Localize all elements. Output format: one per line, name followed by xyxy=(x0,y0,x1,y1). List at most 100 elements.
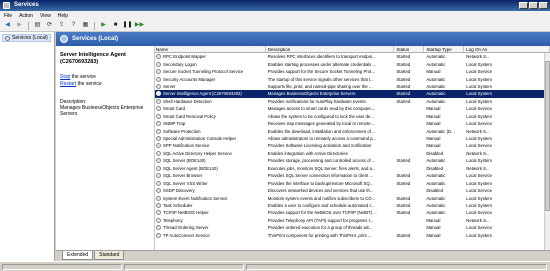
service-name-cell: Server Intelligence Agent (C2670693283) xyxy=(155,90,266,97)
table-row[interactable]: SPP Notification Service Provides Softwar… xyxy=(155,142,550,149)
console-tree-icon[interactable]: ▤ xyxy=(33,21,42,30)
stop-service-text: the service xyxy=(70,74,96,80)
table-row[interactable]: SQL Server Agent (BOE140) Executes jobs, … xyxy=(155,165,550,172)
service-startup-cell: Automatic xyxy=(426,76,446,82)
gear-icon xyxy=(156,106,161,112)
stop-service-link[interactable]: Stop xyxy=(60,74,70,80)
service-name-cell: SPP Notification Service xyxy=(155,142,266,149)
table-row[interactable]: Security Accounts Manager The startup of … xyxy=(155,75,550,82)
table-row[interactable]: Special Administration Console Helper All… xyxy=(155,135,550,142)
service-startup-cell: Automatic xyxy=(426,98,446,104)
service-name-cell: SNMP Trap xyxy=(155,120,266,127)
back-arrow-icon[interactable]: ◀ xyxy=(3,21,12,30)
service-name-text: SQL Server (BOE140) xyxy=(163,158,206,164)
table-row[interactable]: SSDP Discovery Discovers networked device… xyxy=(155,187,550,194)
column-header-status[interactable]: Status xyxy=(394,46,425,52)
table-row[interactable]: TP AutoConnect Service ThinPrint componen… xyxy=(155,232,550,239)
service-description-cell: Allows the system to be configured to lo… xyxy=(267,113,375,119)
service-name-cell: Task Scheduler xyxy=(155,202,266,209)
table-row[interactable]: Shell Hardware Detection Provides notific… xyxy=(155,98,550,105)
table-row[interactable]: Secure Socket Tunneling Protocol Service… xyxy=(155,68,550,75)
service-startup-cell: Automatic xyxy=(426,91,446,97)
status-cell xyxy=(2,264,122,270)
scrollbar-thumb[interactable] xyxy=(545,61,550,211)
menu-view[interactable]: View xyxy=(40,13,51,19)
table-row[interactable]: SQL Active Directory Helper Service Enabl… xyxy=(155,150,550,157)
table-row[interactable]: Server Supports file, print, and named-pi… xyxy=(155,83,550,90)
service-details-pane: Server Intelligence Agent (C2670693283) … xyxy=(56,46,154,250)
tab-standard[interactable]: Standard xyxy=(94,251,125,260)
restart-service-link[interactable]: Restart xyxy=(60,81,76,87)
column-header-log-on-as[interactable]: Log On As xyxy=(464,46,550,52)
service-name-cell: Server xyxy=(155,83,266,90)
service-name-text: System Event Notification Service xyxy=(163,195,228,201)
menu-action[interactable]: Action xyxy=(19,13,33,19)
start-service-icon[interactable]: ▶ xyxy=(99,21,108,30)
table-row[interactable]: SQL Server Browser Provides SQL Server co… xyxy=(155,172,550,179)
column-header-description[interactable]: Description xyxy=(266,46,395,52)
service-status-cell: Started xyxy=(396,180,411,186)
table-row[interactable]: Thread Ordering Server Provides ordered e… xyxy=(155,224,550,231)
table-row[interactable]: Smart Card Removal Policy Allows the syst… xyxy=(155,113,550,120)
service-name-cell: Telephony xyxy=(155,217,266,224)
stop-service-icon[interactable]: ■ xyxy=(111,21,120,30)
properties-icon[interactable]: ▦ xyxy=(81,21,90,30)
service-description-cell: Supports file, print, and named-pipe sha… xyxy=(267,83,373,89)
service-logon-cell: Network S... xyxy=(466,128,490,134)
table-row[interactable]: TCP/IP NetBIOS Helper Provides support fo… xyxy=(155,209,550,216)
table-row[interactable]: SQL Server (BOE140) Provides storage, pro… xyxy=(155,157,550,164)
forward-arrow-icon[interactable]: ▶ xyxy=(15,21,24,30)
gear-icon xyxy=(156,61,161,67)
gear-icon xyxy=(156,217,161,223)
gear-icon xyxy=(5,35,10,41)
close-button[interactable] xyxy=(539,2,548,9)
service-status-cell: Started xyxy=(396,158,411,164)
service-name-text: Server xyxy=(163,83,176,89)
service-logon-cell: Network S... xyxy=(466,165,490,171)
tab-extended[interactable]: Extended xyxy=(62,251,94,260)
maximize-button[interactable] xyxy=(529,2,538,9)
help-icon[interactable]: ? xyxy=(69,21,78,30)
service-name-text: Smart Card Removal Policy xyxy=(163,113,216,119)
table-row[interactable]: System Event Notification Service Monitor… xyxy=(155,194,550,201)
service-name-cell: TP AutoConnect Service xyxy=(155,232,266,239)
services-header-title: Services (Local) xyxy=(72,36,119,42)
table-row[interactable]: SNMP Trap Receives trap messages generate… xyxy=(155,120,550,127)
column-header-startup-type[interactable]: Startup Type xyxy=(424,46,465,52)
service-startup-cell: Manual xyxy=(426,225,441,231)
tree-item-services-local[interactable]: Services (Local) xyxy=(2,34,51,42)
service-startup-cell: Automatic xyxy=(426,202,446,208)
restart-service-text: the service xyxy=(76,81,102,87)
menu-help[interactable]: Help xyxy=(58,13,68,19)
restart-service-icon[interactable]: ▶▶ xyxy=(135,21,144,30)
export-list-icon[interactable]: ⇪ xyxy=(57,21,66,30)
service-status-cell: Started xyxy=(396,232,411,238)
gear-icon xyxy=(156,202,161,208)
table-row[interactable]: Task Scheduler Enables a user to configur… xyxy=(155,202,550,209)
service-name-cell: Secondary Logon xyxy=(155,61,266,68)
tree-item-label: Services (Local) xyxy=(12,34,48,41)
table-row[interactable]: Smart Card Manages access to smart cards … xyxy=(155,105,550,112)
minimize-button[interactable] xyxy=(519,2,528,9)
table-row[interactable]: SQL Server VSS Writer Provides the interf… xyxy=(155,179,550,186)
table-row[interactable]: Server Intelligence Agent (C2670693283) M… xyxy=(155,90,550,98)
vertical-scrollbar[interactable] xyxy=(544,53,550,250)
refresh-icon[interactable]: ⟳ xyxy=(45,21,54,30)
selected-service-name: Server Intelligence Agent (C2670693283) xyxy=(60,52,126,65)
pause-service-icon[interactable]: ❚❚ xyxy=(122,21,132,30)
services-header: Services (Local) xyxy=(56,32,550,46)
menu-file[interactable]: File xyxy=(4,13,12,19)
service-startup-cell: Disabled xyxy=(426,150,444,156)
service-name-cell: SQL Server Agent (BOE140) xyxy=(155,165,266,172)
column-header-name[interactable]: Name xyxy=(155,46,266,52)
gear-icon xyxy=(156,113,161,119)
service-startup-cell: Manual xyxy=(426,106,441,112)
table-row[interactable]: RPC Endpoint Mapper Resolves RPC interfac… xyxy=(155,53,550,60)
table-row[interactable]: Telephony Provides Telephony API (TAPI) s… xyxy=(155,217,550,224)
service-logon-cell: Local Service xyxy=(466,121,493,127)
gear-icon xyxy=(156,158,161,164)
table-row[interactable]: Secondary Logon Enables starting processe… xyxy=(155,60,550,67)
service-logon-cell: Local System xyxy=(466,158,493,164)
service-name-cell: Smart Card xyxy=(155,105,266,112)
table-row[interactable]: Software Protection Enables the download,… xyxy=(155,127,550,134)
